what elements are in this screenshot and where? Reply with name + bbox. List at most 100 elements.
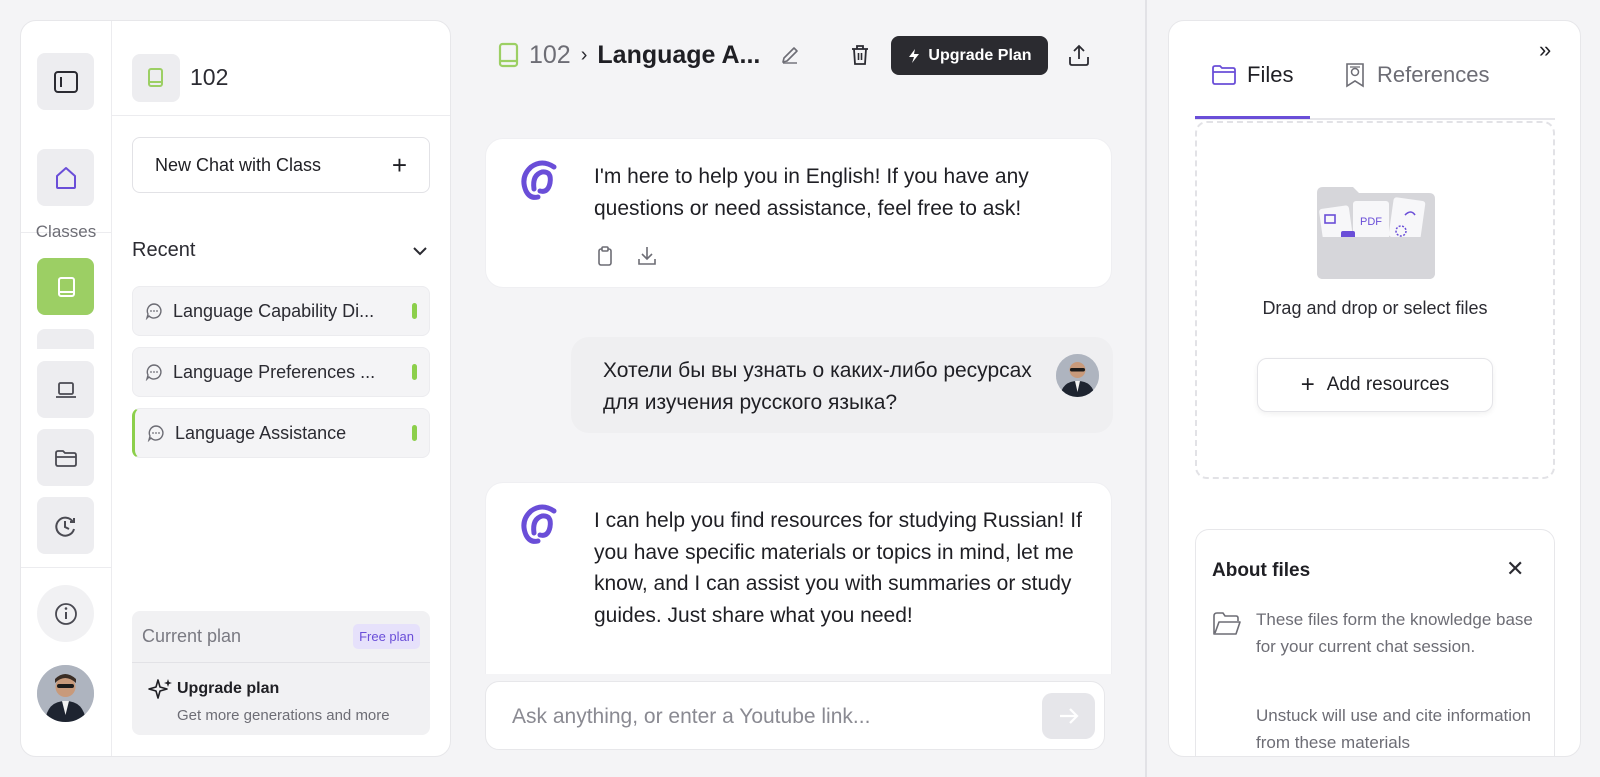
panel-divider[interactable]: [1145, 0, 1147, 777]
folder-open-icon: [1213, 612, 1241, 635]
bot-message: I'm here to help you in English! If you …: [485, 138, 1112, 288]
download-button[interactable]: [635, 244, 659, 268]
bot-message: I can help you find resources for studyi…: [485, 482, 1112, 674]
breadcrumb-separator: ›: [580, 43, 588, 66]
file-dropzone[interactable]: PDF Drag and drop or select files + Add …: [1195, 121, 1555, 479]
bot-logo-icon: [521, 160, 557, 200]
about-files-text-2: Unstuck will use and cite information fr…: [1256, 706, 1531, 752]
add-resources-label: Add resources: [1326, 374, 1450, 395]
laptop-button[interactable]: [37, 361, 94, 418]
share-button[interactable]: [1062, 38, 1096, 72]
user-message: Хотели бы вы узнать о каких-либо ресурса…: [571, 337, 1113, 433]
about-files-text: These files form the knowledge base for …: [1256, 610, 1533, 656]
class-partial-button[interactable]: [37, 329, 94, 349]
chat-bubble-icon: [145, 364, 162, 381]
add-resources-button[interactable]: + Add resources: [1257, 358, 1493, 412]
collapse-panel-icon[interactable]: »: [1539, 37, 1551, 63]
current-plan-row: Current plan Free plan: [132, 611, 430, 663]
lightning-icon: [909, 48, 920, 63]
sparkle-icon: [148, 679, 172, 699]
laptop-icon: [55, 381, 76, 398]
info-icon: [54, 602, 77, 625]
message-text: I'm here to help you in English! If you …: [594, 165, 1029, 220]
tab-references-label: References: [1377, 62, 1490, 87]
class-name: 102: [190, 64, 229, 90]
trash-icon: [852, 45, 868, 65]
svg-text:PDF: PDF: [1360, 216, 1382, 228]
class-book-icon-box: [132, 54, 180, 102]
arrow-right-icon: [1059, 708, 1079, 724]
chat-bubble-icon: [147, 425, 164, 442]
classes-label: Classes: [35, 222, 97, 241]
chat-title: Language A...: [597, 40, 761, 69]
recent-label: Recent: [132, 239, 196, 261]
folder-icon: [54, 449, 77, 467]
message-text: Хотели бы вы узнать о каких-либо ресурса…: [603, 359, 1032, 414]
upgrade-plan-label: Upgrade Plan: [928, 46, 1032, 64]
left-card: Classes 102 New Chat with Class + Recent…: [20, 20, 451, 757]
breadcrumb: 102 › Language A...: [497, 38, 760, 72]
breadcrumb-class[interactable]: 102: [529, 41, 571, 70]
current-plan-label: Current plan: [142, 626, 242, 646]
pencil-icon: [782, 47, 798, 64]
tab-references[interactable]: References: [1343, 55, 1490, 95]
upgrade-plan-link[interactable]: Upgrade plan: [177, 680, 279, 698]
chat-input-bar: [485, 681, 1105, 750]
clipboard-icon: [598, 246, 612, 266]
edit-title-button[interactable]: [773, 38, 807, 72]
folder-files-illustration-icon: PDF: [1317, 187, 1435, 279]
new-chat-button[interactable]: New Chat with Class +: [132, 137, 430, 193]
info-button[interactable]: [37, 585, 94, 642]
upgrade-plan-button[interactable]: Upgrade Plan: [891, 36, 1048, 75]
resource-tabs: Files References: [1195, 45, 1555, 120]
upload-share-icon: [1069, 44, 1089, 66]
right-panel: Files References » PDF Drag and drop or …: [1168, 20, 1581, 757]
chat-item-label: Language Assistance: [175, 422, 347, 443]
chat-item-label: Language Preferences ...: [173, 361, 376, 382]
chat-item[interactable]: Language Capability Di...: [132, 286, 430, 336]
book-icon: [498, 42, 519, 68]
active-tab-indicator: [1195, 116, 1310, 119]
send-button[interactable]: [1042, 693, 1095, 739]
recent-header[interactable]: Recent: [132, 239, 430, 262]
plus-icon: +: [391, 149, 407, 180]
download-icon: [638, 247, 656, 265]
class-panel: 102 New Chat with Class + Recent Languag…: [112, 21, 450, 756]
sidebar-toggle-icon: [53, 70, 78, 93]
chat-input[interactable]: [512, 702, 1012, 732]
upgrade-plan-subtitle: Get more generations and more: [177, 707, 390, 724]
home-button[interactable]: [37, 149, 94, 206]
avatar-image-icon: [37, 665, 94, 722]
chat-item[interactable]: Language Preferences ...: [132, 347, 430, 397]
chat-bubble-icon: [145, 303, 162, 320]
document-badge-icon: [1346, 63, 1364, 88]
tab-files-label: Files: [1247, 62, 1294, 87]
history-icon: [54, 516, 75, 537]
message-actions: [593, 244, 659, 268]
user-avatar[interactable]: [37, 665, 94, 722]
tab-files[interactable]: Files: [1211, 55, 1293, 95]
message-text: I can help you find resources for studyi…: [594, 509, 1082, 627]
icon-rail: Classes: [21, 21, 112, 756]
folder-icon: [1212, 65, 1236, 85]
class-102-button[interactable]: [37, 258, 94, 315]
class-header: 102: [112, 21, 450, 116]
folder-button[interactable]: [37, 429, 94, 486]
delete-chat-button[interactable]: [843, 38, 877, 72]
close-icon[interactable]: ✕: [1506, 556, 1524, 582]
sidebar-toggle-button[interactable]: [37, 53, 94, 110]
about-files-card: About files ✕ These files form the knowl…: [1195, 529, 1555, 756]
plan-card: Current plan Free plan Upgrade plan Get …: [132, 611, 430, 735]
plan-badge: Free plan: [353, 624, 420, 649]
about-files-title: About files: [1212, 560, 1311, 581]
book-icon: [148, 68, 163, 87]
class-color-bar: [412, 425, 417, 441]
chat-item-active[interactable]: Language Assistance: [132, 408, 430, 458]
plus-icon: +: [1300, 371, 1315, 398]
rail-divider-2: [21, 567, 111, 568]
user-message-avatar: [1056, 354, 1099, 397]
copy-button[interactable]: [593, 244, 617, 268]
history-button[interactable]: [37, 497, 94, 554]
home-icon: [55, 166, 76, 189]
avatar-image-icon: [1056, 354, 1099, 397]
